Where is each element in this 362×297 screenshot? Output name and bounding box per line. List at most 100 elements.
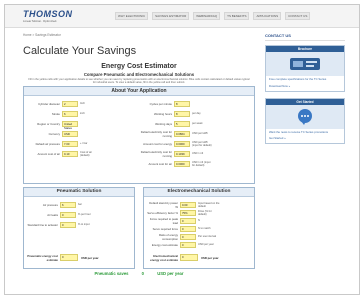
savings-label: Pneumatic saves xyxy=(94,271,129,276)
about-left-row: Region or Country United States xyxy=(28,120,102,130)
pneumatic-result-value: 0 xyxy=(60,254,78,261)
main-nav: Why Electronic Savings Estimator Webinar… xyxy=(115,12,311,20)
electromechanical-unit: Drive (% for default) xyxy=(198,209,212,216)
about-right-unit: per week xyxy=(192,122,203,125)
about-left-unit: + / bar xyxy=(80,142,88,145)
estimator-description: Fill in the yellow cells with your appli… xyxy=(28,78,250,85)
electromechanical-result-label: Electromechanical energy cost estimate xyxy=(150,253,178,262)
about-right-input[interactable]: 8 xyxy=(174,100,190,107)
about-left-label: Cylinder diameter xyxy=(38,101,60,106)
electromechanical-row: Default stand-by power W 0.00 Input based … xyxy=(146,200,220,209)
electromechanical-input[interactable]: 0 xyxy=(180,233,196,240)
about-right-label: Cycles per minute xyxy=(149,101,172,106)
pneumatic-label: Standard line to actuator xyxy=(27,222,58,227)
pneumatic-label: Air pressure xyxy=(42,202,58,207)
pneumatic-row: Air leaks 0% per hour xyxy=(26,211,100,218)
breadcrumb[interactable]: Home > Savings Estimator xyxy=(23,33,61,37)
savings-unit: USD per year xyxy=(157,271,184,276)
pneumatic-row: Air pressure 6 bar xyxy=(26,201,100,208)
electromechanical-input[interactable]: 0 xyxy=(180,241,196,248)
electromechanical-row: Force required to peak load 0 N xyxy=(146,216,220,225)
electromechanical-input[interactable]: 75% xyxy=(180,209,196,216)
electromechanical-unit: USD per year xyxy=(198,243,214,246)
nav-savings-estimator[interactable]: Savings Estimator xyxy=(152,12,190,20)
electromechanical-input[interactable]: 0 xyxy=(180,217,196,224)
brochure-card[interactable]: Brochure Free complete specifications fo… xyxy=(265,45,345,92)
nav-ts-benefits[interactable]: TS Benefits xyxy=(224,12,250,20)
about-left-label: Currency xyxy=(48,131,60,136)
about-left-label: Default air pressure xyxy=(35,141,60,146)
about-right-input[interactable]: 0.1039 xyxy=(174,150,190,157)
about-right-label: Working days xyxy=(155,121,172,126)
pneumatic-input[interactable]: 0 xyxy=(60,221,76,228)
about-right-row: Default electricity cost for running 0.10… xyxy=(140,149,214,158)
sidebar: CONTACT US Brochure Free complete specif… xyxy=(265,33,345,150)
electromechanical-label: Servo efficiency factor % xyxy=(147,210,178,215)
about-right-label: Default electricity cost for running xyxy=(140,149,172,158)
about-left-unit: Inch xyxy=(80,102,85,105)
about-left-input[interactable]: 0.10 xyxy=(62,150,78,157)
about-right-input[interactable]: 0.0864 xyxy=(174,130,190,137)
pneumatic-input[interactable]: 6 xyxy=(60,201,76,208)
savings-value: 0 xyxy=(141,271,145,276)
nav-why-electronic[interactable]: Why Electronic xyxy=(115,12,149,20)
about-left-input[interactable]: 7.00 xyxy=(62,140,78,147)
electromechanical-row: Servo required force 0 N to match xyxy=(146,225,220,232)
about-left-input[interactable]: 2 xyxy=(62,100,78,107)
get-started-link[interactable]: Get Started » xyxy=(266,136,344,143)
electromechanical-unit: N xyxy=(198,219,200,222)
about-left-row: Currency USD xyxy=(28,130,102,137)
header-bar: THOMSON Linear Motion. Optimized. Why El… xyxy=(5,5,359,28)
pneumatic-result: Pneumatic energy cost estimate 0 USD per… xyxy=(26,253,98,262)
estimator-panel: Energy Cost Estimator Compare Pneumatic … xyxy=(23,63,255,277)
nav-applications[interactable]: Applications xyxy=(253,12,282,20)
about-right-input[interactable]: 5 xyxy=(174,120,190,127)
electromechanical-label: Default stand-by power W xyxy=(149,200,178,209)
thomson-logo[interactable]: THOMSON xyxy=(23,9,73,19)
about-right-row: Working hours 8 per day xyxy=(140,110,214,117)
pneumatic-unit: bar xyxy=(78,203,82,206)
page-frame: THOMSON Linear Motion. Optimized. Why El… xyxy=(4,4,360,295)
about-left-input[interactable]: United States xyxy=(62,120,78,130)
about-right-input[interactable]: 8 xyxy=(174,110,190,117)
about-right-row: Amount cost for energy 0.0000 USD per kWh … xyxy=(140,140,214,147)
electromechanical-input[interactable]: 0 xyxy=(180,225,196,232)
electromechanical-row: Servo efficiency factor % 75% Drive (% for… xyxy=(146,209,220,216)
pneumatic-input[interactable]: 0 xyxy=(60,211,76,218)
about-right-input[interactable]: 0.0000 xyxy=(174,160,190,167)
chat-image xyxy=(266,104,344,129)
about-application-title: About Your Application xyxy=(24,87,254,96)
electromechanical-input[interactable]: 0.00 xyxy=(180,201,196,208)
about-left-label: Region or Country xyxy=(37,121,60,126)
logo-tagline: Linear Motion. Optimized. xyxy=(23,19,58,23)
electromechanical-unit: N to match xyxy=(198,227,211,230)
electromechanical-label: Force required to peak load xyxy=(149,216,178,225)
electromechanical-label: Servo required force xyxy=(152,226,178,231)
page-title: Calculate Your Savings xyxy=(23,45,137,57)
nav-webinar-faq[interactable]: Webinar/FAQ xyxy=(193,12,221,20)
get-started-card[interactable]: Get Started Want the news to receive TC … xyxy=(265,97,345,144)
about-left-row: Default air pressure 7.00 + / bar xyxy=(28,140,102,147)
about-right-input[interactable]: 0.0000 xyxy=(174,140,190,147)
pneumatic-result-label: Pneumatic energy cost estimate xyxy=(27,253,58,262)
about-right-unit: USD per kWh (input for default) xyxy=(192,140,212,147)
about-right-row: Working days 5 per week xyxy=(140,120,214,127)
about-right-unit: USD / m3 (input for default) xyxy=(192,160,211,167)
about-right-row: Default electricity cost for running 0.08… xyxy=(140,130,214,138)
about-left-input[interactable]: 6 xyxy=(62,110,78,117)
electromechanical-unit: Input based on the default xyxy=(198,201,220,208)
about-left-input[interactable]: USD xyxy=(62,130,78,137)
about-right-row: Cycles per minute 8 xyxy=(140,100,214,107)
about-right-unit: USD / m3 xyxy=(192,152,204,155)
pneumatic-solution-box: Pneumatic Solution Air pressure 6 bar Air l… xyxy=(23,187,135,269)
contact-us-link[interactable]: CONTACT US xyxy=(265,33,345,41)
brochure-download-link[interactable]: Download Now » xyxy=(266,84,344,91)
about-application-box: About Your Application Cylinder diameter… xyxy=(23,86,255,184)
nav-contact-us[interactable]: Contact Us xyxy=(285,12,311,20)
electromechanical-solution-box: Electromechanical Solution Default stand… xyxy=(143,187,255,269)
chat-bubble-icon xyxy=(298,108,312,125)
electromechanical-label: Ratio of energy consumption xyxy=(159,232,178,241)
electromechanical-row: Energy cost estimate 0 USD per year xyxy=(146,241,220,248)
about-right-label: Amount cost for air xyxy=(148,161,172,166)
electromechanical-result-unit: USD per year xyxy=(201,255,219,260)
